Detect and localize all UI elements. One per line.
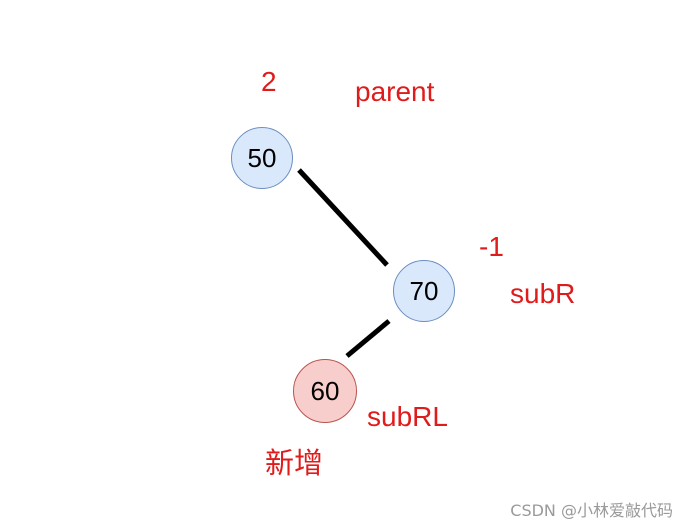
node-50-value: 50 [247,142,277,173]
watermark: CSDN @小林爱敲代码 [510,501,673,520]
node-60: 60 [293,359,357,423]
node-50: 50 [231,127,293,189]
subR-label: subR [510,278,576,309]
balance-factor-70: -1 [479,231,504,262]
edge-70-60 [345,319,391,358]
edge-50-70 [297,168,389,267]
edges-layer [297,168,391,358]
parent-label: parent [355,76,435,107]
new-node-label: 新增 [265,446,324,480]
node-70-value: 70 [409,275,439,306]
node-70: 70 [393,260,455,322]
subRL-label: subRL [367,401,448,432]
node-60-value: 60 [310,375,340,406]
tree-diagram: 50 70 60 2 parent -1 subR subRL 新增 CSDN … [0,0,685,529]
balance-factor-50: 2 [261,66,277,97]
